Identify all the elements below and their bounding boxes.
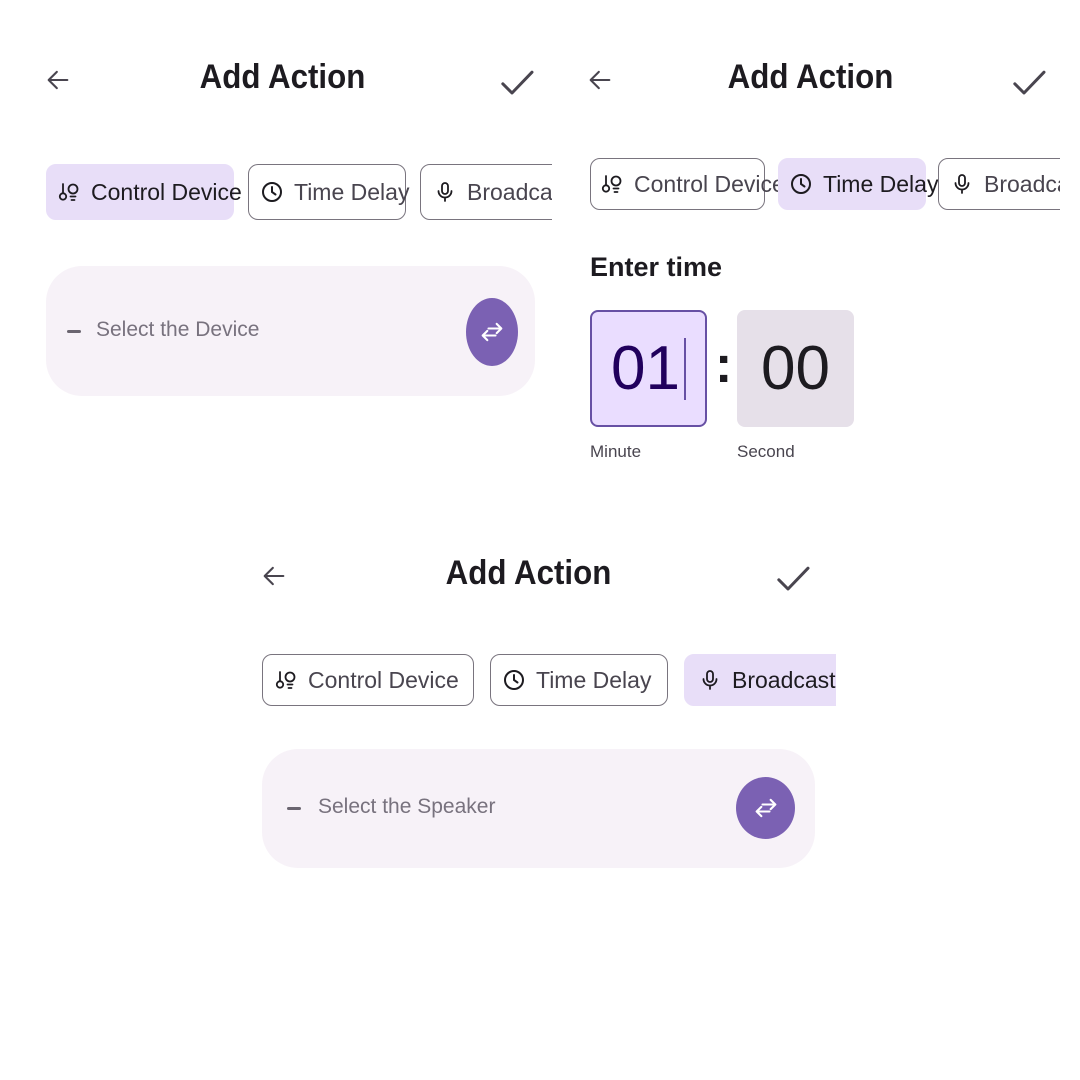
checkmark-icon <box>1013 70 1046 95</box>
devices-icon <box>601 175 622 193</box>
confirm-button[interactable] <box>494 60 540 106</box>
back-button[interactable] <box>40 62 76 98</box>
devices-icon <box>275 671 296 689</box>
chip-broadcast[interactable]: Broadcast <box>684 654 836 706</box>
swap-button[interactable] <box>736 777 795 839</box>
action-type-chips: Control Device Time Delay Broadcast <box>46 164 552 220</box>
chip-time-delay[interactable]: Time Delay <box>248 164 410 220</box>
back-button[interactable] <box>582 62 618 98</box>
time-entry-heading: Enter time <box>590 252 723 282</box>
devices-icon <box>58 183 79 201</box>
back-button[interactable] <box>256 558 292 594</box>
chip-control-device[interactable]: Control Device <box>262 654 474 706</box>
swap-button[interactable] <box>466 298 518 366</box>
swap-icon <box>755 798 776 818</box>
chip-label: Time Delay <box>536 666 652 693</box>
screen-time-delay: Add Action Control Device Time Delay Bro… <box>560 0 1080 480</box>
microphone-icon <box>437 182 453 202</box>
chip-control-device[interactable]: Control Device <box>590 158 785 210</box>
chip-label: Broadcast <box>467 178 552 205</box>
selector-placeholder: Select the Speaker <box>318 795 496 818</box>
chip-label: Control Device <box>634 170 785 197</box>
minute-value: 01 <box>611 334 680 403</box>
minus-icon <box>67 330 81 333</box>
arrow-back-icon <box>47 70 69 90</box>
clock-icon <box>262 182 282 202</box>
screen-broadcast: Add Action Control Device Time Delay Bro… <box>240 520 840 900</box>
minute-label: Minute <box>590 442 642 461</box>
arrow-back-icon <box>589 70 611 90</box>
chip-label: Time Delay <box>823 170 939 197</box>
screen-control-device: Add Action Control Device Time Delay Bro… <box>0 0 560 420</box>
minus-icon <box>287 807 301 810</box>
chip-control-device[interactable]: Control Device <box>46 164 242 220</box>
arrow-back-icon <box>263 566 285 586</box>
confirm-button[interactable] <box>770 556 816 602</box>
microphone-icon <box>702 670 718 690</box>
checkmark-icon <box>501 70 534 95</box>
time-separator: : <box>715 336 733 394</box>
chip-label: Control Device <box>91 178 242 205</box>
chip-time-delay[interactable]: Time Delay <box>778 158 938 210</box>
microphone-icon <box>954 174 970 194</box>
chip-label: Time Delay <box>294 178 410 205</box>
page-title: Add Action <box>727 58 894 96</box>
chip-label: Broadcast <box>984 170 1060 197</box>
swap-icon <box>481 322 503 342</box>
page-title: Add Action <box>199 58 366 96</box>
device-selector-card[interactable]: Select the Device <box>46 266 535 396</box>
page-title: Add Action <box>445 554 612 592</box>
second-input[interactable]: 00 <box>737 310 854 427</box>
selector-placeholder: Select the Device <box>96 318 260 341</box>
checkmark-icon <box>777 566 810 591</box>
clock-icon <box>791 174 811 194</box>
action-type-chips: Control Device Time Delay Broadcast <box>262 654 836 706</box>
text-cursor <box>683 337 686 400</box>
second-label: Second <box>737 442 795 461</box>
confirm-button[interactable] <box>1006 60 1052 106</box>
second-value: 00 <box>761 334 830 403</box>
chip-label: Control Device <box>308 666 459 693</box>
chip-label: Broadcast <box>732 666 836 693</box>
action-type-chips: Control Device Time Delay Broadcast <box>590 158 1060 210</box>
speaker-selector-card[interactable]: Select the Speaker <box>262 749 815 868</box>
chip-time-delay[interactable]: Time Delay <box>490 654 668 706</box>
chip-broadcast[interactable]: Broadcast <box>420 164 552 220</box>
minute-input[interactable]: 01 <box>590 310 707 427</box>
clock-icon <box>504 670 524 690</box>
chip-broadcast[interactable]: Broadcast <box>938 158 1060 210</box>
